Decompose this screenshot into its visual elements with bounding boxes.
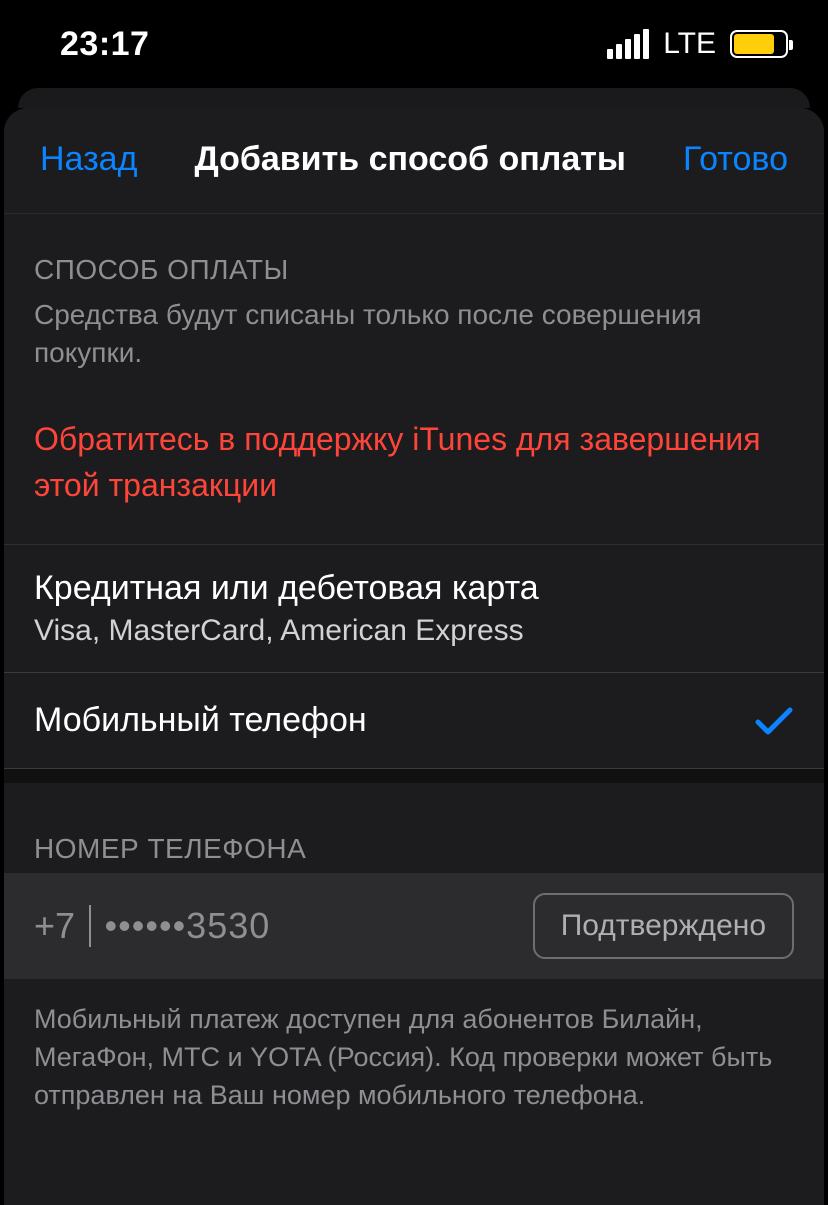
nav-bar: Назад Добавить способ оплаты Готово	[4, 108, 824, 214]
phone-number-row[interactable]: +7 ••••••3530 Подтверждено	[4, 873, 824, 979]
payment-option-mobile[interactable]: Мобильный телефон	[4, 673, 824, 769]
status-bar: 23:17 LTE	[0, 0, 828, 88]
battery-icon	[730, 30, 788, 58]
separator	[89, 905, 91, 947]
payment-option-card[interactable]: Кредитная или дебетовая карта Visa, Mast…	[4, 545, 824, 673]
done-button[interactable]: Готово	[677, 136, 794, 183]
card-option-subtitle: Visa, MasterCard, American Express	[34, 614, 539, 648]
billing-header: ПОЛУЧАТЕЛЬ ВЫСТАВЛЕННОГО СЧЕТА	[4, 1125, 824, 1205]
background-sheet	[18, 88, 810, 108]
status-right: LTE	[607, 27, 788, 61]
mobile-option-title: Мобильный телефон	[34, 701, 367, 740]
modal-sheet: Назад Добавить способ оплаты Готово СПОС…	[4, 108, 824, 1205]
card-option-title: Кредитная или дебетовая карта	[34, 569, 539, 608]
phone-number-header: НОМЕР ТЕЛЕФОНА	[4, 783, 824, 873]
checkmark-icon	[754, 704, 794, 738]
network-label: LTE	[663, 27, 716, 61]
signal-bars-icon	[607, 29, 649, 59]
phone-note: Мобильный платеж доступен для абонентов …	[4, 979, 824, 1124]
payment-method-subtitle: Средства будут списаны только после сове…	[4, 294, 824, 382]
back-button[interactable]: Назад	[34, 136, 143, 183]
verified-button[interactable]: Подтверждено	[533, 893, 794, 959]
country-code: +7	[34, 905, 75, 947]
phone-number-masked: ••••••3530	[105, 905, 519, 947]
status-time: 23:17	[60, 25, 149, 64]
payment-method-header: СПОСОБ ОПЛАТЫ	[4, 214, 824, 294]
page-title: Добавить способ оплаты	[143, 140, 677, 179]
error-message: Обратитесь в поддержку iTunes для заверш…	[4, 382, 824, 546]
